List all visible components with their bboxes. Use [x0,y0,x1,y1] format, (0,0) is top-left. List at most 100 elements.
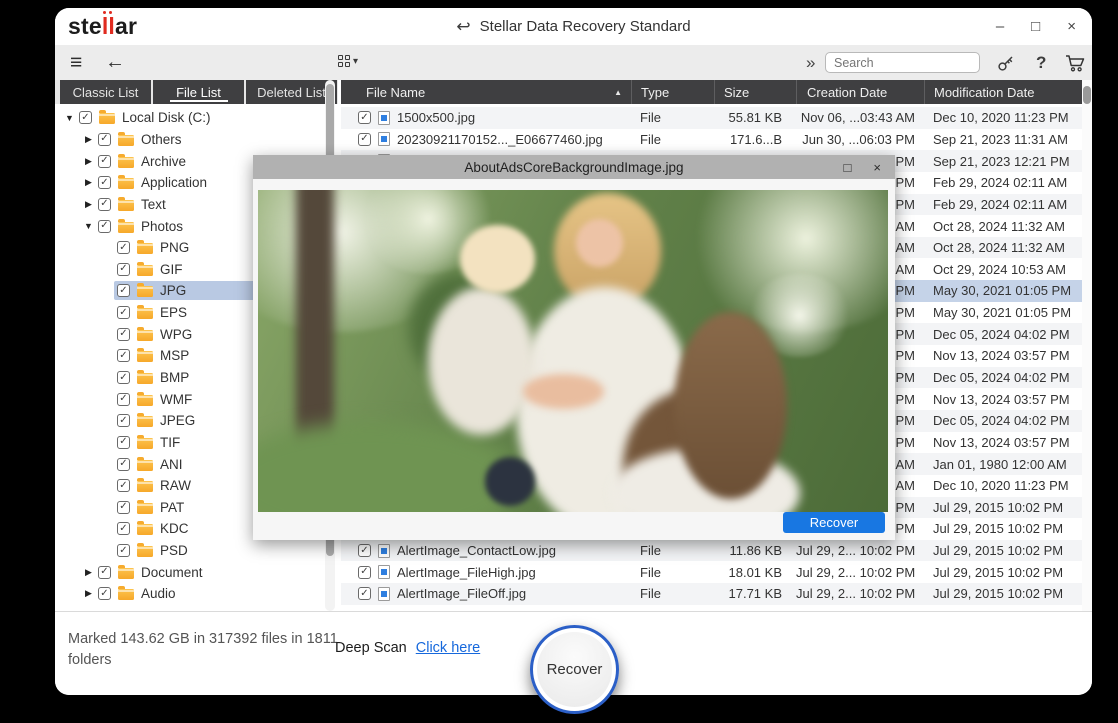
image-file-icon [378,132,390,146]
table-row[interactable]: ✓ 1500x500.jpg File 55.81 KB Nov 06, ...… [341,107,1082,129]
file-name-cell: AlertImage_FileOff.jpg [397,586,526,601]
titlebar: stellar ↩ Stellar Data Recovery Standard… [55,8,1092,45]
row-checkbox[interactable]: ✓ [358,111,371,124]
row-checkbox[interactable]: ✓ [358,133,371,146]
column-header-creation-date[interactable]: Creation Date [796,80,924,104]
tree-checkbox[interactable]: ✓ [98,220,111,233]
size-cell: 55.81 KB [714,110,796,125]
view-grid-icon[interactable]: ▾ [338,55,358,67]
expand-arrow-icon[interactable]: ▶ [82,199,95,210]
tree-checkbox[interactable]: ✓ [117,458,130,471]
expand-arrow-icon[interactable]: ▶ [82,134,95,145]
tree-item[interactable]: ▶ ✓ Document [55,561,338,583]
tree-item-label: GIF [160,262,183,277]
tree-checkbox[interactable]: ✓ [117,436,130,449]
tree-item[interactable]: ▶ ✓ Others [55,129,338,151]
preview-titlebar[interactable]: AboutAdsCoreBackgroundImage.jpg □ × [253,155,895,179]
tree-checkbox[interactable]: ✓ [98,566,111,579]
folder-icon [137,524,153,535]
search-box[interactable] [825,52,980,73]
tree-item-label: PNG [160,240,189,255]
tree-checkbox[interactable]: ✓ [117,522,130,535]
tree-checkbox[interactable]: ✓ [117,306,130,319]
modification-date-cell: Jan 01, 1980 12:00 AM [924,457,1082,472]
back-icon[interactable]: ← [105,45,125,80]
tree-checkbox[interactable]: ✓ [98,587,111,600]
folder-icon [137,351,153,362]
expand-arrow-icon[interactable]: ▼ [63,113,76,123]
tree-checkbox[interactable]: ✓ [117,349,130,362]
recover-button[interactable]: Recover [530,625,619,714]
image-file-icon [378,544,390,558]
deep-scan-link[interactable]: Click here [416,640,480,656]
tree-item-label: WMF [160,392,192,407]
help-icon[interactable]: ? [1036,45,1046,80]
tree-checkbox[interactable]: ✓ [117,393,130,406]
tree-checkbox[interactable]: ✓ [117,284,130,297]
table-scrollbar-thumb[interactable] [1083,86,1091,104]
modification-date-cell: Jul 29, 2015 10:02 PM [924,500,1082,515]
row-checkbox[interactable]: ✓ [358,566,371,579]
activation-key-icon[interactable] [996,45,1016,80]
return-arrow-icon[interactable]: ↩ [456,17,470,37]
column-header-file-name[interactable]: File Name▲ [341,80,631,104]
app-window: stellar ↩ Stellar Data Recovery Standard… [55,8,1092,695]
tree-checkbox[interactable]: ✓ [117,371,130,384]
tree-item-label: Document [141,565,203,580]
creation-date-cell: Jul 29, 2... 10:02 PM [796,543,924,558]
column-header-modification-date[interactable]: Modification Date [924,80,1082,104]
tree-checkbox[interactable]: ✓ [117,328,130,341]
modification-date-cell: Sep 21, 2023 12:21 PM [924,154,1082,169]
expand-arrow-icon[interactable]: ▶ [82,177,95,188]
maximize-button[interactable]: □ [1031,18,1040,35]
expand-arrow-icon[interactable]: ▶ [82,588,95,599]
expand-arrow-icon[interactable]: ▶ [82,156,95,167]
tree-item-label: PSD [160,543,188,558]
creation-date-cell: Jun 30, ...06:03 PM [796,132,924,147]
table-row[interactable]: ✓ AlertImage_FileHigh.jpg File 18.01 KB … [341,561,1082,583]
overflow-chevron-icon[interactable]: » [806,45,815,80]
file-name-cell: AlertImage_ContactLow.jpg [397,543,556,558]
menu-icon[interactable]: ≡ [70,45,82,80]
tree-checkbox[interactable]: ✓ [117,544,130,557]
table-row[interactable]: ✓ 20230921170152..._E06677460.jpg File 1… [341,129,1082,151]
tree-checkbox[interactable]: ✓ [98,176,111,189]
tree-checkbox[interactable]: ✓ [79,111,92,124]
preview-recover-button[interactable]: Recover [783,512,885,533]
preview-image [258,190,888,512]
modification-date-cell: Oct 28, 2024 11:32 AM [924,240,1082,255]
column-header-size[interactable]: Size [714,80,796,104]
tree-checkbox[interactable]: ✓ [117,241,130,254]
tree-checkbox[interactable]: ✓ [117,501,130,514]
tree-checkbox[interactable]: ✓ [98,155,111,168]
row-checkbox[interactable]: ✓ [358,587,371,600]
minimize-button[interactable]: – [996,18,1004,35]
cart-icon[interactable] [1064,45,1086,80]
tree-item[interactable]: ▼ ✓ Local Disk (C:) [55,107,338,129]
modification-date-cell: May 30, 2021 01:05 PM [924,305,1082,320]
tree-checkbox[interactable]: ✓ [98,198,111,211]
tab-deleted-list[interactable]: Deleted List [246,80,337,104]
close-button[interactable]: × [1067,18,1076,35]
tree-item-label: Archive [141,154,186,169]
preview-maximize-button[interactable]: □ [844,160,852,175]
tab-classic-list[interactable]: Classic List [60,80,151,104]
row-checkbox[interactable]: ✓ [358,544,371,557]
modification-date-cell: Jul 29, 2015 10:02 PM [924,521,1082,536]
type-cell: File [631,565,714,580]
tree-checkbox[interactable]: ✓ [117,263,130,276]
tab-file-list[interactable]: File List [153,80,244,104]
tree-checkbox[interactable]: ✓ [98,133,111,146]
column-header-type[interactable]: Type [631,80,714,104]
preview-close-button[interactable]: × [873,160,881,175]
expand-arrow-icon[interactable]: ▶ [82,567,95,578]
tree-item[interactable]: ✓ PSD [55,540,338,562]
tree-item[interactable]: ▶ ✓ Audio [55,583,338,605]
tree-checkbox[interactable]: ✓ [117,479,130,492]
table-row[interactable]: ✓ AlertImage_FileOff.jpg File 17.71 KB J… [341,583,1082,605]
table-row[interactable]: ✓ AlertImage_ContactLow.jpg File 11.86 K… [341,540,1082,562]
search-input[interactable] [826,56,999,70]
expand-arrow-icon[interactable]: ▼ [82,221,95,231]
table-scrollbar[interactable] [1082,80,1092,611]
tree-checkbox[interactable]: ✓ [117,414,130,427]
